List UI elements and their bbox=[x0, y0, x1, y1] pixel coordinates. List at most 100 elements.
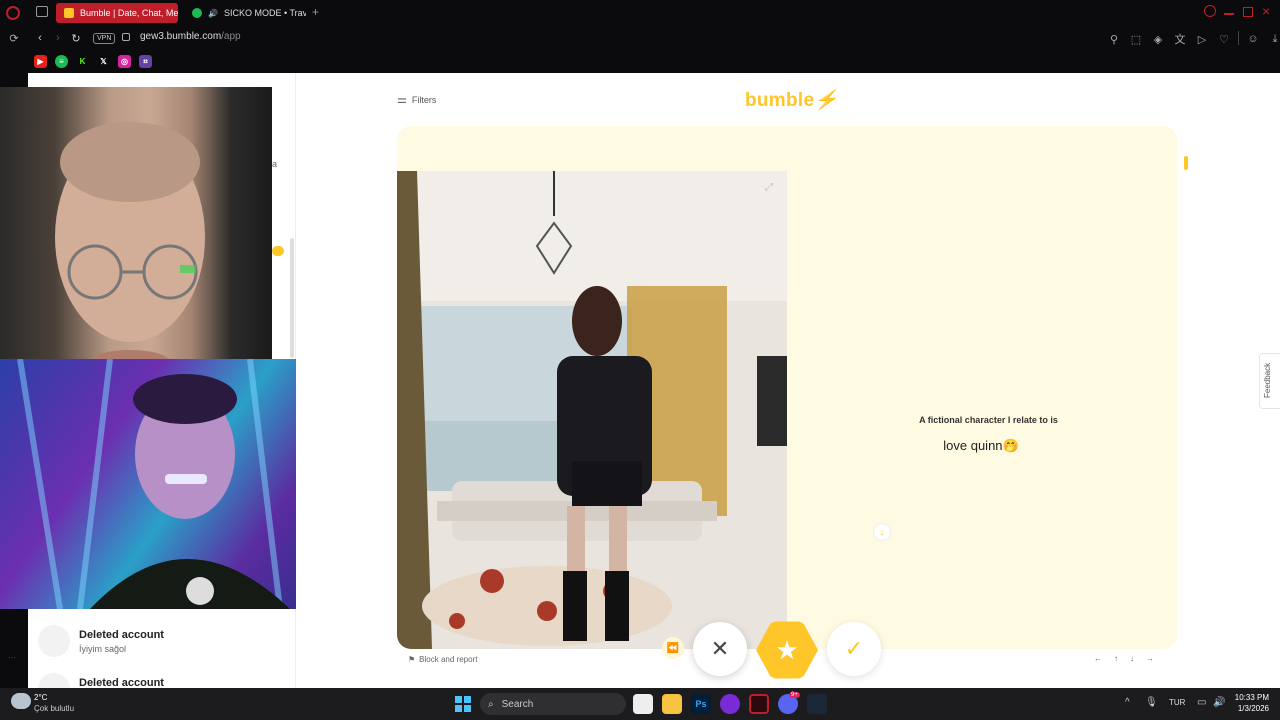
tab-spotify[interactable]: 🔊 SICKO MODE • Travis bbox=[184, 3, 306, 23]
network-icon[interactable]: ▭ bbox=[1197, 697, 1206, 708]
keyboard-shortcuts: ← ↑ ↓ → bbox=[1094, 654, 1154, 663]
profile-icon[interactable]: ☺ bbox=[1245, 31, 1261, 47]
new-match-badge bbox=[272, 246, 284, 256]
taskbar-search[interactable]: ⌕ Search bbox=[480, 693, 626, 715]
search-tabs-icon[interactable] bbox=[1204, 5, 1216, 17]
like-button[interactable]: ✓ bbox=[827, 622, 881, 676]
clock-date[interactable]: 1/3/2026 bbox=[1233, 704, 1269, 713]
toolbar-divider bbox=[1238, 31, 1239, 45]
opera-logo-icon[interactable] bbox=[6, 6, 20, 20]
search-label: Search bbox=[501, 698, 534, 710]
forward-icon[interactable]: › bbox=[50, 30, 66, 46]
backtrack-button[interactable]: ⏪ bbox=[662, 637, 684, 659]
prompt-question: A fictional character I relate to is bbox=[919, 415, 1058, 425]
tab-bumble-label: Bumble | Date, Chat, Mee bbox=[80, 8, 178, 18]
expand-photo-icon[interactable]: ⤢ bbox=[765, 182, 773, 193]
maximize-icon[interactable] bbox=[1243, 7, 1253, 17]
sync-icon[interactable]: ⟳ bbox=[6, 30, 22, 46]
minimize-icon[interactable] bbox=[1224, 13, 1234, 15]
webcam-face-illustration bbox=[55, 122, 205, 359]
feedback-label: Feedback bbox=[1263, 362, 1272, 398]
close-icon: ✕ bbox=[710, 636, 730, 661]
translate-icon[interactable]: 文 bbox=[1172, 31, 1188, 47]
task-view-icon[interactable] bbox=[633, 694, 653, 714]
bumble-logo-text: bumble bbox=[745, 90, 815, 111]
instagram-bookmark-icon[interactable]: ◎ bbox=[118, 55, 131, 68]
chat-list-item[interactable]: Deleted account bbox=[38, 673, 288, 688]
profile-photo-illustration bbox=[397, 171, 787, 649]
weather-desc: Çok bulutlu bbox=[34, 704, 75, 713]
scroll-down-icon[interactable]: ↓ bbox=[873, 523, 891, 541]
spotify-favicon-icon bbox=[192, 8, 202, 18]
file-explorer-icon[interactable] bbox=[662, 694, 682, 714]
back-icon[interactable]: ‹ bbox=[32, 30, 48, 46]
reload-icon[interactable]: ↻ bbox=[68, 30, 84, 46]
opera-gx-taskbar-icon[interactable] bbox=[749, 694, 769, 714]
x-bookmark-icon[interactable]: 𝕏 bbox=[97, 55, 110, 68]
filters-button[interactable]: ⚌ Filters bbox=[397, 93, 436, 106]
search-icon: ⌕ bbox=[488, 698, 494, 710]
sidebar-tools-icon[interactable]: ⋯ bbox=[8, 653, 16, 662]
arrow-right-icon[interactable]: → bbox=[1146, 654, 1154, 663]
app-purple-icon[interactable] bbox=[720, 694, 740, 714]
weather-cloud-icon[interactable] bbox=[11, 693, 31, 709]
close-window-icon[interactable]: × bbox=[1262, 3, 1270, 19]
language-indicator[interactable]: TUR bbox=[1169, 698, 1185, 707]
steam-icon[interactable] bbox=[807, 694, 827, 714]
browser-tab-bar: Bumble | Date, Chat, Mee 🔊 SICKO MODE • … bbox=[0, 0, 1280, 25]
vpn-badge[interactable]: VPN bbox=[93, 33, 116, 44]
url-field[interactable]: gew3.bumble.com/app bbox=[140, 31, 241, 42]
youtube-bookmark-icon[interactable]: ▶ bbox=[34, 55, 47, 68]
photoshop-icon[interactable]: Ps bbox=[691, 694, 711, 714]
bumble-favicon-icon bbox=[64, 8, 74, 18]
volume-icon[interactable]: 🔊 bbox=[1213, 697, 1225, 708]
weather-temp[interactable]: 2°C bbox=[34, 693, 47, 702]
tab-bumble[interactable]: Bumble | Date, Chat, Mee bbox=[56, 3, 178, 23]
discord-badge: 9+ bbox=[789, 692, 800, 698]
download-icon[interactable]: ⤓ bbox=[1267, 31, 1280, 47]
new-tab-icon[interactable]: + bbox=[312, 5, 319, 19]
block-report-label: Block and report bbox=[419, 655, 478, 664]
microphone-icon[interactable]: 🎙 bbox=[1145, 697, 1158, 708]
avatar bbox=[38, 673, 70, 688]
pin-icon[interactable]: ⚲ bbox=[1106, 31, 1122, 47]
feedback-tab[interactable]: Feedback bbox=[1259, 353, 1280, 409]
start-windows-icon[interactable] bbox=[453, 694, 473, 714]
photoshop-label: Ps bbox=[695, 699, 707, 709]
address-bar: ⟳ ‹ › ↻ VPN gew3.bumble.com/app ⚲ ⬚ ◈ 文 … bbox=[0, 25, 1280, 51]
avatar bbox=[38, 625, 70, 657]
spotify-bookmark-icon[interactable]: ≡ bbox=[55, 55, 68, 68]
sidebar-scrollbar[interactable] bbox=[290, 238, 294, 358]
clock-time[interactable]: 10:33 PM bbox=[1233, 693, 1269, 702]
speaker-icon: 🔊 bbox=[208, 8, 218, 18]
tab-spotify-label: SICKO MODE • Travis bbox=[223, 8, 306, 18]
profile-photo[interactable]: ⤢ bbox=[397, 171, 787, 649]
twitch-bookmark-icon[interactable]: ⌗ bbox=[139, 55, 152, 68]
arrow-up-icon[interactable]: ↑ bbox=[1114, 654, 1118, 663]
snapshot-icon[interactable]: ⬚ bbox=[1128, 31, 1144, 47]
lock-icon[interactable] bbox=[122, 33, 130, 41]
heart-icon[interactable]: ♡ bbox=[1216, 31, 1232, 47]
url-host: gew3.bumble.com bbox=[140, 31, 222, 42]
chat-list-item[interactable]: Deleted account İyiyim sağol bbox=[38, 625, 288, 665]
tray-overflow-icon[interactable]: ^ bbox=[1125, 697, 1130, 708]
webcam-overlay-top bbox=[0, 87, 272, 359]
flag-icon: ⚑ bbox=[408, 655, 416, 664]
shield-icon[interactable]: ◈ bbox=[1150, 31, 1166, 47]
block-report-button[interactable]: ⚑ Block and report bbox=[408, 655, 477, 664]
arrow-down-icon[interactable]: ↓ bbox=[1130, 654, 1134, 663]
star-icon: ★ bbox=[775, 634, 799, 665]
tab-manager-icon[interactable] bbox=[36, 6, 48, 17]
url-path: /app bbox=[221, 31, 241, 42]
prompt-answer: love quinn🤭 bbox=[943, 438, 1019, 453]
arrow-left-icon[interactable]: ← bbox=[1094, 654, 1102, 663]
progress-indicator bbox=[1184, 156, 1188, 170]
play-icon[interactable]: ▷ bbox=[1194, 31, 1210, 47]
filters-label: Filters bbox=[411, 94, 437, 105]
kick-bookmark-icon[interactable]: K bbox=[76, 55, 89, 68]
partial-text: a bbox=[272, 159, 278, 169]
chat-name: Deleted account bbox=[79, 677, 164, 688]
bookmarks-bar bbox=[0, 51, 1280, 73]
windows-logo-icon bbox=[455, 696, 471, 712]
pass-button[interactable]: ✕ bbox=[693, 622, 747, 676]
